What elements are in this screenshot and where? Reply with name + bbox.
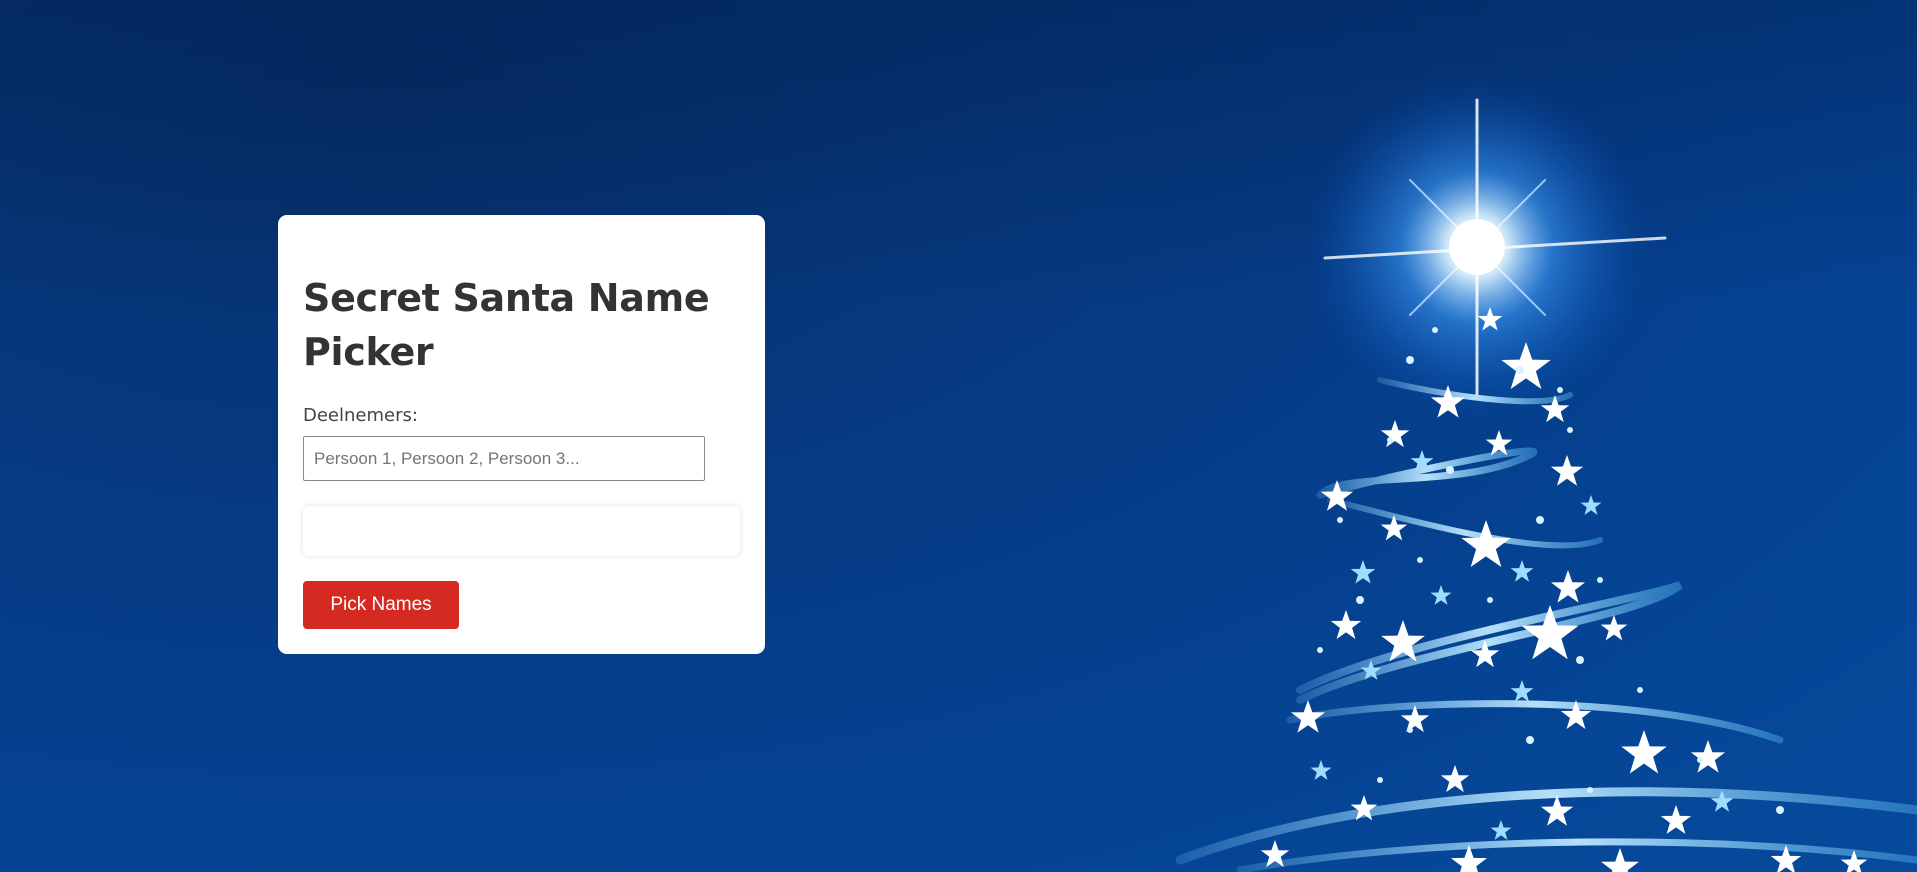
pick-names-button[interactable]: Pick Names xyxy=(303,581,459,629)
christmas-tree-icon xyxy=(1175,77,1917,872)
results-box xyxy=(303,506,740,556)
secret-santa-card: Secret Santa Name Picker Deelnemers: Pic… xyxy=(278,215,765,654)
participants-label: Deelnemers: xyxy=(303,405,418,426)
participants-input[interactable] xyxy=(303,436,705,481)
page-title: Secret Santa Name Picker xyxy=(303,276,710,374)
